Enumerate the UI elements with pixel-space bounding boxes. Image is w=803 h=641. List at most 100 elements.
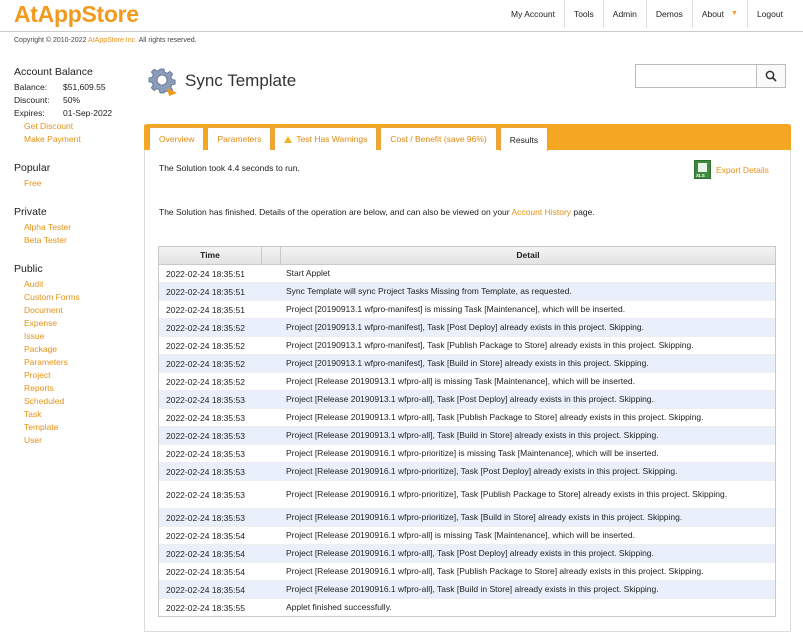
sidebar-link-task[interactable]: Task [14, 408, 134, 421]
table-row: 2022-02-24 18:35:53 Project [Release 2019… [159, 390, 775, 408]
nav-my-account[interactable]: My Account [502, 0, 564, 28]
sidebar-link-custom-forms[interactable]: Custom Forms [14, 291, 134, 304]
table-row: 2022-02-24 18:35:52 Project [20190913.1 w… [159, 336, 775, 354]
cell-time: 2022-02-24 18:35:52 [166, 340, 245, 351]
sidebar-link-package[interactable]: Package [14, 343, 134, 356]
table-row: 2022-02-24 18:35:55 Applet finished succe… [159, 598, 775, 616]
tab-test-warnings[interactable]: Test Has Warnings [274, 127, 378, 150]
cell-time: 2022-02-24 18:35:51 [166, 268, 245, 279]
search-button[interactable] [757, 64, 786, 88]
cell-detail: Project [Release 20190916.1 wfpro-all], … [286, 584, 659, 594]
sidebar-link-parameters[interactable]: Parameters [14, 356, 134, 369]
table-row: 2022-02-24 18:35:53 Project [Release 2019… [159, 408, 775, 426]
public-heading: Public [14, 263, 43, 275]
column-header-spacer [261, 247, 281, 264]
cell-time: 2022-02-24 18:35:53 [166, 394, 245, 405]
table-row: 2022-02-24 18:35:54 Project [Release 2019… [159, 580, 775, 598]
cell-time: 2022-02-24 18:35:54 [166, 530, 245, 541]
cell-detail: Project [Release 20190916.1 wfpro-all], … [286, 548, 654, 558]
cell-detail: Project [Release 20190913.1 wfpro-all] i… [286, 376, 635, 386]
cell-time: 2022-02-24 18:35:53 [166, 512, 245, 523]
table-row: 2022-02-24 18:35:54 Project [Release 2019… [159, 526, 775, 544]
private-heading: Private [14, 206, 47, 218]
logo[interactable]: AtAppStore [14, 1, 139, 28]
table-body: 2022-02-24 18:35:51 Start Applet 2022-02-2… [159, 265, 775, 616]
sidebar-link-reports[interactable]: Reports [14, 382, 134, 395]
copyright-link[interactable]: AtAppStore Inc. [88, 37, 137, 44]
cell-time: 2022-02-24 18:35:53 [166, 466, 245, 477]
cell-time: 2022-02-24 18:35:52 [166, 358, 245, 369]
account-history-link[interactable]: Account History [512, 207, 572, 217]
nav-logout[interactable]: Logout [746, 0, 792, 28]
copyright-suffix: All rights reserved. [137, 37, 197, 44]
table-row: 2022-02-24 18:35:51 Sync Template will sy… [159, 282, 775, 300]
cell-time: 2022-02-24 18:35:52 [166, 322, 245, 333]
finished-prefix: The Solution has finished. Details of th… [159, 207, 512, 217]
discount-value: 50% [63, 95, 81, 105]
nav-demos[interactable]: Demos [645, 0, 692, 28]
cell-time: 2022-02-24 18:35:53 [166, 448, 245, 459]
cell-time: 2022-02-24 18:35:51 [166, 304, 245, 315]
runtime-message: The Solution took 4.4 seconds to run. [159, 163, 300, 173]
sidebar-link-beta-tester[interactable]: Beta Tester [14, 234, 134, 247]
nav-tools[interactable]: Tools [563, 0, 603, 28]
tab-overview[interactable]: Overview [149, 127, 205, 150]
column-header-detail[interactable]: Detail [281, 247, 775, 264]
sidebar-link-issue[interactable]: Issue [14, 330, 134, 343]
sidebar-link-audit[interactable]: Audit [14, 278, 134, 291]
table-row: 2022-02-24 18:35:51 Project [20190913.1 w… [159, 300, 775, 318]
sidebar-link-scheduled[interactable]: Scheduled [14, 395, 134, 408]
sidebar-link-get-discount[interactable]: Get Discount [14, 120, 134, 133]
cell-detail: Project [20190913.1 wfpro-manifest] is m… [286, 304, 626, 314]
sidebar-link-project[interactable]: Project [14, 369, 134, 382]
export-details-button[interactable]: Export Details [694, 160, 769, 179]
cell-detail: Applet finished successfully. [286, 602, 392, 612]
tab-parameters[interactable]: Parameters [207, 127, 272, 150]
table-row: 2022-02-24 18:35:51 Start Applet [159, 265, 775, 282]
tabs: Overview Parameters Test Has Warnings Co… [149, 127, 549, 151]
cell-detail: Project [Release 20190913.1 wfpro-all], … [286, 394, 654, 404]
column-header-time[interactable]: Time [159, 247, 261, 264]
sidebar-link-alpha-tester[interactable]: Alpha Tester [14, 221, 134, 234]
table-row: 2022-02-24 18:35:53 Project [Release 2019… [159, 480, 775, 508]
results-table: Time Detail 2022-02-24 18:35:51 Start App… [158, 246, 776, 617]
cell-time: 2022-02-24 18:35:54 [166, 566, 245, 577]
caret-down-icon: ▼ [731, 10, 738, 17]
sidebar-link-expense[interactable]: Expense [14, 317, 134, 330]
tab-cost-benefit[interactable]: Cost / Benefit (save 96%) [380, 127, 497, 150]
cell-time: 2022-02-24 18:35:52 [166, 376, 245, 387]
search-input[interactable] [635, 64, 757, 88]
cell-detail: Project [Release 20190916.1 wfpro-priori… [286, 512, 683, 522]
sidebar-link-free[interactable]: Free [14, 177, 134, 190]
page-title: Sync Template [185, 71, 297, 90]
nav-about-label: About [701, 9, 725, 19]
tab-test-warnings-label: Test Has Warnings [296, 134, 368, 144]
tab-results[interactable]: Results [499, 127, 549, 151]
cell-time: 2022-02-24 18:35:55 [166, 602, 245, 613]
table-row: 2022-02-24 18:35:53 Project [Release 2019… [159, 444, 775, 462]
sidebar-link-template[interactable]: Template [14, 421, 134, 434]
search-icon [765, 70, 777, 82]
table-row: 2022-02-24 18:35:54 Project [Release 2019… [159, 562, 775, 580]
sidebar-link-make-payment[interactable]: Make Payment [14, 133, 134, 146]
cell-time: 2022-02-24 18:35:53 [166, 430, 245, 441]
table-header: Time Detail [159, 247, 775, 265]
balance-label: Balance: [14, 82, 48, 92]
table-row: 2022-02-24 18:35:53 Project [Release 2019… [159, 426, 775, 444]
cell-detail: Project [Release 20190916.1 wfpro-priori… [286, 448, 659, 458]
cell-time: 2022-02-24 18:35:54 [166, 584, 245, 595]
sidebar-link-document[interactable]: Document [14, 304, 134, 317]
finished-message: The Solution has finished. Details of th… [159, 207, 595, 217]
cell-time: 2022-02-24 18:35:54 [166, 548, 245, 559]
cell-detail: Project [Release 20190916.1 wfpro-priori… [286, 489, 728, 499]
balance-value: $51,609.55 [63, 82, 106, 92]
table-row: 2022-02-24 18:35:53 Project [Release 2019… [159, 508, 775, 526]
nav-admin[interactable]: Admin [602, 0, 646, 28]
copyright: Copyright © 2010-2022 AtAppStore Inc. Al… [14, 37, 197, 44]
sidebar-link-user[interactable]: User [14, 434, 134, 447]
cell-detail: Project [20190913.1 wfpro-manifest], Tas… [286, 358, 649, 368]
nav-about[interactable]: About ▼ [691, 0, 747, 28]
export-details-label: Export Details [716, 164, 769, 175]
top-nav: My Account Tools Admin Demos About ▼ Log… [502, 0, 792, 28]
cell-detail: Project [20190913.1 wfpro-manifest], Tas… [286, 322, 644, 332]
